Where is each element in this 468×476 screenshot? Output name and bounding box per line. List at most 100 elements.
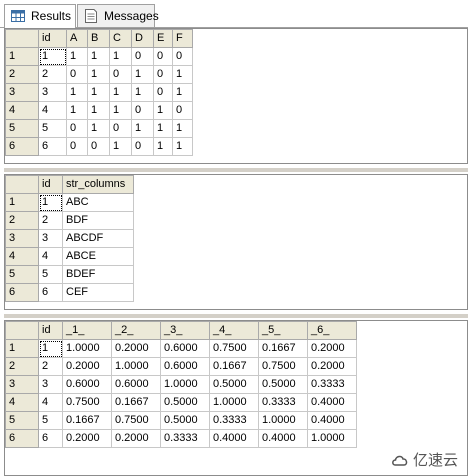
row-number[interactable]: 3 bbox=[5, 83, 39, 102]
table-cell[interactable]: BDF bbox=[62, 211, 134, 230]
table-cell[interactable]: 0.2000 bbox=[307, 339, 357, 358]
table-cell[interactable]: 0 bbox=[153, 83, 173, 102]
table-cell[interactable]: 1 bbox=[66, 47, 88, 66]
table-cell[interactable]: 4 bbox=[38, 393, 63, 412]
row-number[interactable]: 4 bbox=[5, 101, 39, 120]
column-header[interactable]: B bbox=[87, 29, 110, 48]
table-cell[interactable]: 0.5000 bbox=[160, 411, 210, 430]
table-cell[interactable]: 0 bbox=[66, 65, 88, 84]
table-cell[interactable]: 4 bbox=[38, 247, 63, 266]
table-cell[interactable]: 0.2000 bbox=[111, 429, 161, 448]
table-cell[interactable]: 0.6000 bbox=[160, 339, 210, 358]
table-cell[interactable]: 1 bbox=[109, 101, 132, 120]
row-number[interactable]: 4 bbox=[5, 393, 39, 412]
table-cell[interactable]: 3 bbox=[38, 83, 67, 102]
row-number[interactable]: 3 bbox=[5, 375, 39, 394]
column-header[interactable]: C bbox=[109, 29, 132, 48]
table-cell[interactable]: 0 bbox=[109, 65, 132, 84]
table-cell[interactable]: 0.3333 bbox=[160, 429, 210, 448]
table-cell[interactable]: 1 bbox=[87, 65, 110, 84]
table-cell[interactable]: 6 bbox=[38, 283, 63, 302]
table-cell[interactable]: 1 bbox=[87, 119, 110, 138]
row-number[interactable]: 2 bbox=[5, 211, 39, 230]
table-cell[interactable]: 6 bbox=[38, 137, 67, 156]
table-cell[interactable]: 0.7500 bbox=[258, 357, 308, 376]
table-cell[interactable]: 1.0000 bbox=[209, 393, 259, 412]
table-cell[interactable]: 4 bbox=[38, 101, 67, 120]
table-cell[interactable]: 0.1667 bbox=[209, 357, 259, 376]
column-header[interactable]: _1_ bbox=[62, 321, 112, 340]
table-cell[interactable]: 1 bbox=[172, 83, 193, 102]
table-cell[interactable]: 0 bbox=[131, 101, 154, 120]
table-cell[interactable]: 0.5000 bbox=[160, 393, 210, 412]
table-cell[interactable]: 1.0000 bbox=[160, 375, 210, 394]
table-cell[interactable]: 0.1667 bbox=[258, 339, 308, 358]
table-cell[interactable]: 0.7500 bbox=[209, 339, 259, 358]
table-cell[interactable]: BDEF bbox=[62, 265, 134, 284]
row-number[interactable]: 1 bbox=[5, 193, 39, 212]
table-cell[interactable]: 5 bbox=[38, 119, 67, 138]
pane-splitter-2[interactable] bbox=[4, 314, 468, 318]
table-cell[interactable]: 0.1667 bbox=[111, 393, 161, 412]
pane-splitter-1[interactable] bbox=[4, 168, 468, 172]
table-cell[interactable]: 1 bbox=[172, 65, 193, 84]
column-header[interactable]: str_columns bbox=[62, 175, 134, 194]
column-header[interactable]: _5_ bbox=[258, 321, 308, 340]
table-cell[interactable]: 0.4000 bbox=[307, 393, 357, 412]
row-number[interactable]: 2 bbox=[5, 357, 39, 376]
table-cell[interactable]: 1 bbox=[153, 119, 173, 138]
table-cell[interactable]: 0.3333 bbox=[307, 375, 357, 394]
grid-corner[interactable] bbox=[5, 175, 39, 194]
table-cell[interactable]: 0.2000 bbox=[62, 357, 112, 376]
row-number[interactable]: 6 bbox=[5, 137, 39, 156]
result-grid-1[interactable]: id A B C D E F 1 1 1 1 1 0 0 0 2 2 0 1 0 1 0 1 3 3 1 1 1 1 0 1 4 4 1 1 1 0 1 0… bbox=[4, 28, 468, 164]
row-number[interactable]: 5 bbox=[5, 411, 39, 430]
table-cell[interactable]: 0.2000 bbox=[62, 429, 112, 448]
table-cell[interactable]: ABC bbox=[62, 193, 134, 212]
table-cell[interactable]: 3 bbox=[38, 229, 63, 248]
row-number[interactable]: 1 bbox=[5, 339, 39, 358]
table-cell[interactable]: 1 bbox=[153, 137, 173, 156]
table-cell[interactable]: 0 bbox=[172, 101, 193, 120]
table-cell[interactable]: 2 bbox=[38, 357, 63, 376]
column-header[interactable]: id bbox=[38, 175, 63, 194]
table-cell[interactable]: 0 bbox=[66, 119, 88, 138]
table-cell[interactable]: 1 bbox=[87, 47, 110, 66]
table-cell[interactable]: 1.0000 bbox=[307, 429, 357, 448]
table-cell[interactable]: 0.7500 bbox=[111, 411, 161, 430]
table-cell[interactable]: CEF bbox=[62, 283, 134, 302]
table-cell[interactable]: 0.1667 bbox=[62, 411, 112, 430]
table-cell[interactable]: 0.6000 bbox=[160, 357, 210, 376]
table-cell[interactable]: 1 bbox=[109, 137, 132, 156]
table-cell[interactable]: 0.4000 bbox=[209, 429, 259, 448]
table-cell[interactable]: 0 bbox=[172, 47, 193, 66]
table-cell[interactable]: ABCDF bbox=[62, 229, 134, 248]
table-cell[interactable]: 1.0000 bbox=[62, 339, 112, 358]
table-cell[interactable]: 1 bbox=[87, 101, 110, 120]
row-number[interactable]: 1 bbox=[5, 47, 39, 66]
column-header[interactable]: _2_ bbox=[111, 321, 161, 340]
table-cell[interactable]: 0 bbox=[66, 137, 88, 156]
column-header[interactable]: _3_ bbox=[160, 321, 210, 340]
column-header[interactable]: _6_ bbox=[307, 321, 357, 340]
table-cell[interactable]: 1.0000 bbox=[258, 411, 308, 430]
grid-corner[interactable] bbox=[5, 29, 39, 48]
table-cell[interactable]: 0 bbox=[87, 137, 110, 156]
table-cell[interactable]: 0.2000 bbox=[307, 357, 357, 376]
table-cell[interactable]: 5 bbox=[38, 411, 63, 430]
table-cell[interactable]: 0.5000 bbox=[209, 375, 259, 394]
row-number[interactable]: 6 bbox=[5, 283, 39, 302]
table-cell[interactable]: 1 bbox=[131, 119, 154, 138]
table-cell[interactable]: 0.6000 bbox=[62, 375, 112, 394]
table-cell[interactable]: 1.0000 bbox=[111, 357, 161, 376]
table-cell[interactable]: 1 bbox=[38, 193, 63, 212]
table-cell[interactable]: 1 bbox=[172, 119, 193, 138]
table-cell[interactable]: 1 bbox=[109, 83, 132, 102]
table-cell[interactable]: 2 bbox=[38, 211, 63, 230]
column-header[interactable]: E bbox=[153, 29, 173, 48]
column-header[interactable]: id bbox=[38, 321, 63, 340]
tab-messages[interactable]: Messages bbox=[77, 4, 159, 27]
table-cell[interactable]: 3 bbox=[38, 375, 63, 394]
table-cell[interactable]: 0.4000 bbox=[307, 411, 357, 430]
row-number[interactable]: 6 bbox=[5, 429, 39, 448]
